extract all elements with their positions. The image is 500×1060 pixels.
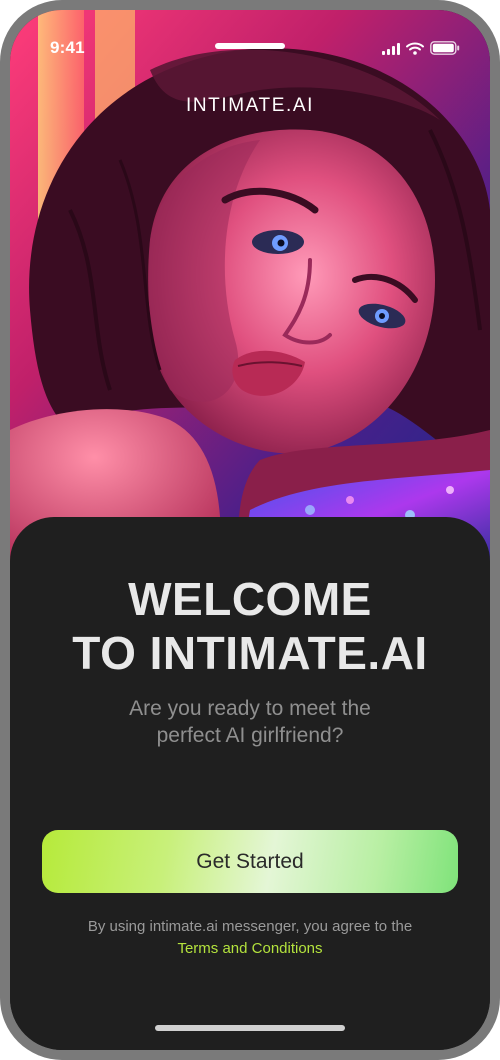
phone-frame: 9:41 INTIMATE.AI WELCOME TO INTIMATE.AI … — [0, 0, 500, 1060]
subtitle-line-2: perfect AI girlfriend? — [156, 724, 344, 747]
brand-title: INTIMATE.AI — [185, 95, 315, 116]
welcome-heading-line-1: WELCOME — [128, 573, 372, 625]
status-bar: 9:41 — [10, 10, 490, 86]
dynamic-island-indicator — [215, 43, 285, 49]
terms-notice: By using intimate.ai messenger, you agre… — [30, 916, 470, 960]
status-icons — [382, 41, 460, 55]
hero-photo — [10, 10, 490, 570]
subtitle-line-1: Are you ready to meet the — [129, 697, 371, 720]
battery-icon — [430, 41, 460, 55]
terms-and-conditions-link[interactable]: Terms and Conditions — [177, 940, 322, 957]
terms-text: By using intimate.ai messenger, you agre… — [87, 918, 413, 935]
signal-bars-icon — [382, 43, 400, 55]
app-screen: 9:41 INTIMATE.AI WELCOME TO INTIMATE.AI … — [10, 10, 490, 1050]
welcome-subtitle: Are you ready to meet the perfect AI gir… — [50, 695, 450, 749]
welcome-heading-line-2: TO INTIMATE.AI — [72, 627, 428, 679]
status-time: 9:41 — [50, 38, 85, 57]
home-indicator[interactable] — [155, 1025, 345, 1031]
get-started-button[interactable]: Get Started — [42, 830, 458, 893]
wifi-icon — [406, 42, 424, 55]
welcome-heading: WELCOME TO INTIMATE.AI — [10, 572, 490, 680]
welcome-sheet: WELCOME TO INTIMATE.AI Are you ready to … — [10, 517, 490, 1050]
